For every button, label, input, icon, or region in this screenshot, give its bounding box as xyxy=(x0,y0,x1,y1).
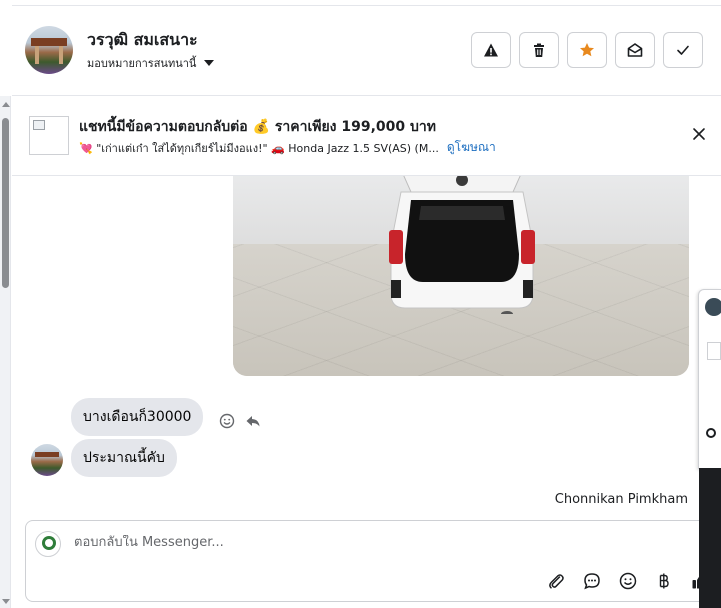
reply-composer xyxy=(25,520,715,602)
report-button[interactable] xyxy=(471,32,511,68)
panel-dark-block xyxy=(699,468,721,608)
conversation-panel: วรวุฒิ สมเสนาะ มอบหมายการสนทนานี้ แชทนี้… xyxy=(12,0,721,608)
message-bubble[interactable]: บางเดือนก็30000 xyxy=(71,398,204,436)
reply-input[interactable] xyxy=(74,535,634,550)
payment-button[interactable] xyxy=(654,571,674,591)
baht-icon xyxy=(659,573,669,589)
warning-icon xyxy=(484,43,498,57)
header-actions xyxy=(471,32,703,68)
ad-subtitle-row: 💘 "เก่าแต่เก๋า ใส่ได้ทุกเกียร์ไม่มีงอแง!… xyxy=(79,138,496,157)
inbox-conversation-view: วรวุฒิ สมเสนาะ มอบหมายการสนทนานี้ แชทนี้… xyxy=(0,0,721,608)
panel-avatar xyxy=(705,298,721,316)
caret-down-icon xyxy=(204,60,215,66)
envelope-open-icon xyxy=(627,43,643,57)
mark-unread-button[interactable] xyxy=(615,32,655,68)
ad-subtitle: 💘 "เก่าแต่เก๋า ใส่ได้ทุกเกียร์ไม่มีงอแง!… xyxy=(79,141,439,155)
trash-icon xyxy=(534,43,544,57)
scroll-down-arrow-icon[interactable] xyxy=(2,599,10,604)
check-icon xyxy=(677,45,689,55)
assign-conversation-dropdown[interactable]: มอบหมายการสนทนานี้ xyxy=(87,54,215,72)
attach-icon xyxy=(549,574,564,589)
view-ad-link[interactable]: ดูโฆษณา xyxy=(447,138,496,157)
emoji-icon xyxy=(619,572,637,590)
composer-tools xyxy=(546,571,710,591)
attach-button[interactable] xyxy=(546,571,566,591)
ad-title: แชทนี้มีข้อความตอบกลับต่อ 💰 ราคาเพียง 19… xyxy=(79,119,437,135)
star-icon xyxy=(580,43,594,57)
ad-context-banner: แชทนี้มีข้อความตอบกลับต่อ 💰 ราคาเพียง 19… xyxy=(12,96,721,176)
panel-search-icon[interactable] xyxy=(706,428,716,438)
saved-reply-button[interactable] xyxy=(582,571,602,591)
contact-avatar-small[interactable] xyxy=(31,444,63,476)
panel-thumbnail xyxy=(707,342,721,360)
emoji-reaction-icon[interactable] xyxy=(219,413,235,429)
contact-name[interactable]: วรวุฒิ สมเสนาะ xyxy=(87,28,198,53)
scrollbar-thumb[interactable] xyxy=(2,118,9,288)
assign-label: มอบหมายการสนทนานี้ xyxy=(87,57,197,70)
agent-name: Chonnikan Pimkham xyxy=(554,492,688,507)
broken-image-icon xyxy=(33,120,45,130)
scroll-up-arrow-icon[interactable] xyxy=(2,102,10,107)
conversation-header: วรวุฒิ สมเสนาะ มอบหมายการสนทนานี้ xyxy=(12,6,721,96)
star-button[interactable] xyxy=(567,32,607,68)
car-image xyxy=(389,176,535,314)
left-scrollbar[interactable] xyxy=(0,96,11,608)
delete-button[interactable] xyxy=(519,32,559,68)
close-icon[interactable] xyxy=(691,126,707,142)
mark-done-button[interactable] xyxy=(663,32,703,68)
reply-arrow-icon[interactable] xyxy=(245,413,261,429)
message-thread[interactable]: บางเดือนก็30000 ประมาณนี้คับ Chonnikan P… xyxy=(12,176,721,520)
message-bubble[interactable]: ประมาณนี้คับ xyxy=(71,439,177,477)
message-actions xyxy=(219,413,261,429)
emoji-button[interactable] xyxy=(618,571,638,591)
car-photo-attachment[interactable] xyxy=(233,176,689,376)
contact-avatar[interactable] xyxy=(25,26,73,74)
ad-thumbnail[interactable] xyxy=(29,116,69,155)
saved-reply-icon xyxy=(584,573,600,590)
overlapping-side-panel[interactable] xyxy=(698,289,721,608)
page-avatar xyxy=(35,531,61,557)
